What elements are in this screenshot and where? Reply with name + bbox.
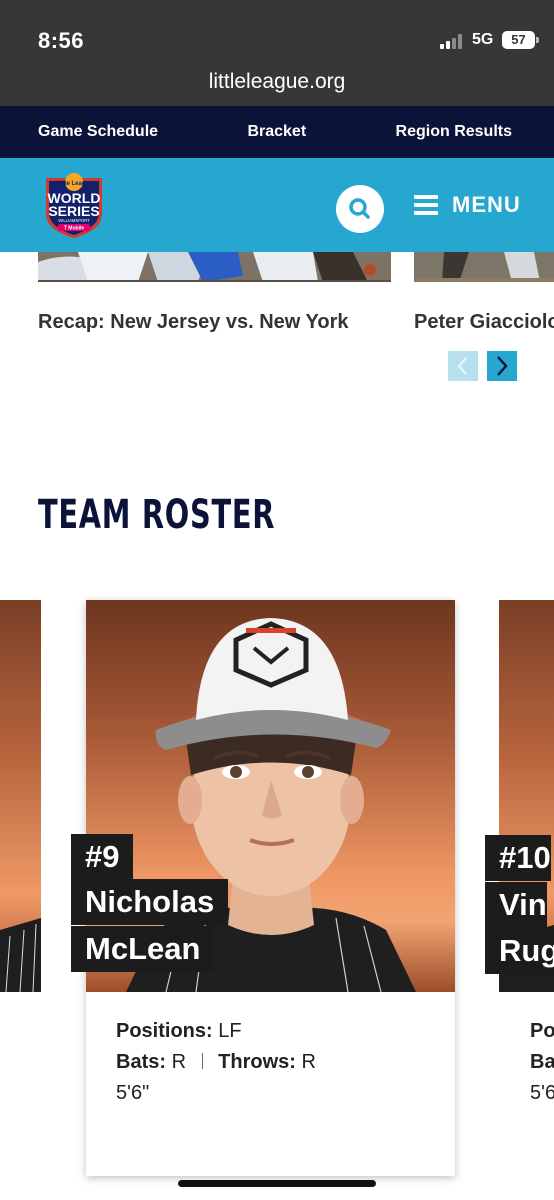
next-height-value: 5'6 — [530, 1082, 554, 1104]
network-type: 5G — [472, 31, 494, 48]
address-bar-url[interactable]: littleleague.org — [0, 70, 554, 94]
team-roster-heading: TEAM ROSTER — [38, 492, 276, 538]
bats-value: R — [171, 1051, 187, 1073]
chevron-left-icon — [457, 357, 467, 375]
next-player-number: #10 — [485, 835, 551, 881]
logo-place-text: WILLIAMSPORT — [58, 218, 90, 223]
signal-icon — [440, 33, 464, 49]
status-time: 8:56 — [38, 28, 85, 53]
search-button[interactable] — [336, 185, 384, 233]
height-value: 5'6" — [116, 1082, 150, 1104]
player-first-name: Nicholas — [71, 879, 229, 925]
home-indicator[interactable] — [178, 1180, 376, 1187]
search-icon — [349, 198, 370, 219]
next-positions-label: Po — [530, 1020, 554, 1042]
hamburger-icon — [414, 195, 438, 215]
chevron-right-icon — [497, 356, 508, 376]
recap-title-1[interactable]: Recap: New Jersey vs. New York — [38, 311, 349, 334]
recap-image-1[interactable] — [38, 252, 391, 282]
top-nav: Game Schedule Bracket Region Results — [0, 106, 554, 158]
menu-button[interactable]: MENU — [414, 192, 521, 218]
separator — [201, 1053, 203, 1069]
player-card-previous[interactable] — [0, 600, 41, 992]
nav-region-results[interactable]: Region Results — [396, 123, 512, 141]
browser-status-bar: 8:56 5G 57 littleleague.org — [0, 0, 554, 106]
positions-label: Positions: — [116, 1020, 213, 1042]
nav-bracket[interactable]: Bracket — [247, 123, 306, 141]
menu-label: MENU — [452, 192, 521, 217]
throws-value: R — [301, 1051, 316, 1073]
carousel-prev-button[interactable] — [448, 351, 478, 381]
logo-series-text: SERIES — [48, 203, 99, 219]
player-number: #9 — [71, 834, 134, 880]
world-series-logo[interactable]: Little League WORLD SERIES WILLIAMSPORT … — [40, 170, 108, 240]
next-player-first-name: Vin — [485, 882, 547, 928]
recap-title-2[interactable]: Peter Giacciolo — [414, 311, 554, 334]
battery-icon: 57 — [502, 31, 539, 49]
next-player-last-name: Rug — [485, 928, 554, 974]
nav-game-schedule[interactable]: Game Schedule — [38, 123, 158, 141]
throws-label: Throws: — [218, 1051, 296, 1073]
next-bats-label: Ba — [530, 1051, 554, 1073]
player-card[interactable]: #9 Nicholas McLean Positions: LF Bats: R… — [71, 600, 455, 1176]
logo-sponsor-text: T Mobile — [64, 226, 84, 232]
bats-label: Bats: — [116, 1051, 167, 1073]
carousel-next-button[interactable] — [487, 351, 517, 381]
player-info: Positions: LF Bats: R Throws: R 5'6" — [116, 1016, 316, 1109]
player-last-name: McLean — [71, 926, 215, 972]
positions-value: LF — [218, 1020, 242, 1042]
next-player-info: Po Ba 5'6 — [530, 1016, 554, 1109]
recap-image-2[interactable] — [414, 252, 554, 282]
logo-top-text: Little League — [55, 181, 93, 187]
